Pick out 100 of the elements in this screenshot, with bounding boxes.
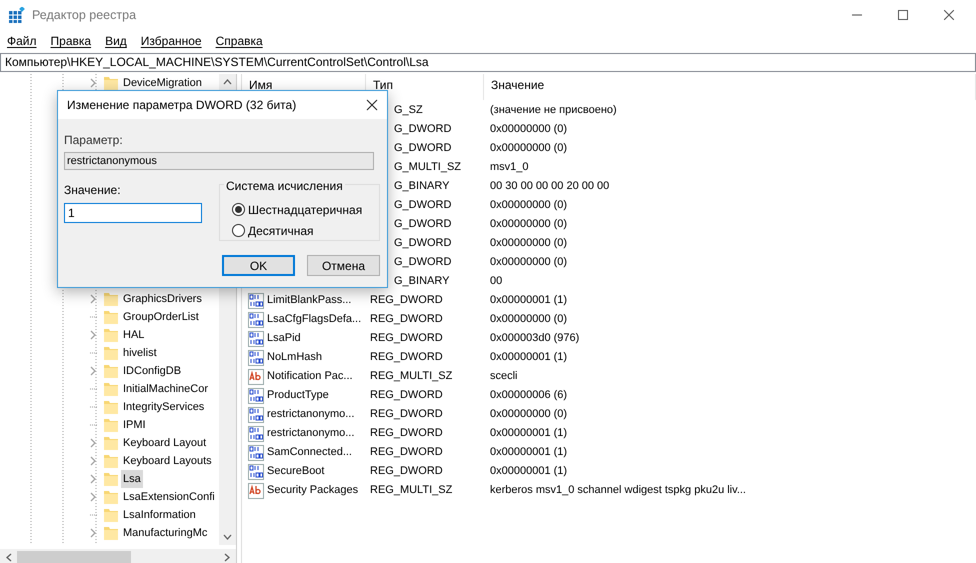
folder-icon [103,399,119,415]
folder-icon [103,291,119,307]
table-cell[interactable]: SamConnected... [267,444,352,461]
binary-value-icon [248,292,264,308]
tree-item[interactable]: Keyboard Layouts [121,452,214,470]
scrollbar-thumb[interactable] [17,551,131,563]
name-field[interactable]: restrictanonymous [64,152,374,170]
string-value-icon [248,368,264,384]
table-cell-text: REG_DWORD [369,331,444,346]
scroll-down-icon[interactable] [223,534,232,540]
tree-item[interactable]: IDConfigDB [121,362,184,380]
scroll-left-icon[interactable] [6,553,12,562]
table-cell-text: REG_DWORD [369,293,444,308]
folder-icon [103,381,119,397]
menu-item[interactable]: Правка [44,32,98,50]
table-cell-text: 0x00000000 (0) [489,198,568,214]
table-cell-text: G_BINARY [393,274,450,290]
tree-item[interactable]: GroupOrderList [121,308,201,326]
tree-item[interactable]: hivelist [121,344,159,362]
ok-button[interactable]: OK [222,255,295,276]
table-cell-text: REG_DWORD [369,388,444,404]
table-cell-text: 0x00000000 (0) [489,312,568,328]
radio-label[interactable]: Шестнадцатеричная [248,200,362,218]
folder-icon [103,453,119,469]
table-cell-text: REG_DWORD [369,445,444,460]
folder-icon [103,75,119,91]
menu-item[interactable]: Избранное [134,32,209,50]
radio-label[interactable]: Десятичная [248,222,314,240]
scroll-up-icon[interactable] [223,79,232,85]
tree-item[interactable]: LsaInformation [121,506,198,524]
radio-button[interactable] [232,224,245,237]
table-cell[interactable]: restrictanonymo... [267,406,354,423]
app-icon [9,7,25,23]
folder-icon [103,489,119,505]
table-cell-text: G_DWORD [393,217,452,232]
table-cell-text: G_DWORD [393,236,452,252]
folder-icon [103,327,119,343]
table-cell[interactable]: LsaPid [267,330,301,347]
binary-value-icon [248,350,264,366]
horizontal-scrollbar[interactable] [0,549,236,563]
binary-value-icon [248,388,264,404]
tree-item[interactable]: GraphicsDrivers [121,290,204,308]
tree-item[interactable]: Keyboard Layout [121,434,208,452]
cancel-button[interactable]: Отмена [307,255,380,276]
binary-value-icon [248,464,264,480]
table-cell[interactable]: restrictanonymo... [267,425,354,442]
folder-icon [103,471,119,487]
tree-item[interactable]: LsaExtensionConfi [121,488,217,506]
tree-item[interactable]: IPMI [121,416,148,434]
table-cell[interactable]: NoLmHash [267,349,322,366]
tree-item[interactable]: ManufacturingMc [121,524,210,542]
table-cell-text: G_DWORD [393,141,452,156]
window-title: Редактор реестра [32,6,136,24]
radio-button[interactable] [232,203,245,216]
menu-item[interactable]: Вид [98,32,134,50]
table-cell-text: G_DWORD [393,255,452,270]
tree-item[interactable]: Lsa [121,470,143,488]
table-cell-text: 0x00000001 (1) [489,426,568,442]
column-header[interactable]: Тип [373,79,394,92]
table-cell-text: 0x00000000 (0) [489,141,568,156]
table-cell[interactable]: LimitBlankPass... [267,292,352,309]
column-header[interactable]: Имя [249,79,272,92]
table-cell-text: 00 [489,274,504,290]
table-cell-text: G_DWORD [393,122,452,138]
table-cell[interactable]: SecureBoot [267,463,324,480]
table-cell-text: G_SZ [393,103,424,118]
table-cell-text: 0x000003d0 (976) [489,331,580,346]
table-cell-text: REG_DWORD [369,312,444,328]
binary-value-icon [248,330,264,346]
binary-value-icon [248,406,264,422]
table-cell-text: msv1_0 [489,160,530,176]
scroll-right-icon[interactable] [224,553,230,562]
close-icon [366,99,378,111]
folder-icon [103,507,119,523]
binary-value-icon [248,426,264,442]
table-cell-text: 0x00000000 (0) [489,236,568,252]
close-icon [944,10,954,20]
table-cell[interactable]: Security Packages [267,482,358,499]
address-bar[interactable]: Компьютер\HKEY_LOCAL_MACHINE\SYSTEM\CurrentControlSet\Control\Lsa [0,53,976,72]
tree-item[interactable]: IntegrityServices [121,398,206,416]
tree-item[interactable]: InitialMachineCor [121,380,210,398]
table-cell-text: REG_DWORD [369,350,444,366]
tree-item[interactable]: HAL [121,326,146,344]
column-header[interactable]: Значение [491,79,544,92]
table-cell[interactable]: LsaCfgFlagsDefa... [267,311,362,328]
table-cell[interactable]: Notification Pac... [267,368,353,385]
field-label: Значение: [64,182,122,199]
folder-icon [103,417,119,433]
maximize-icon [898,10,908,20]
table-cell-text: 0x00000000 (0) [489,255,568,270]
menu-item[interactable]: Файл [0,32,44,50]
field-label: Параметр: [64,132,124,149]
menu-item[interactable]: Справка [208,32,270,50]
value-field[interactable]: 1 [64,203,202,223]
tree-item[interactable]: DeviceMigration [121,74,204,92]
folder-icon [103,525,119,541]
table-cell[interactable]: ProductType [267,387,329,404]
table-cell-text: 0x00000001 (1) [489,350,568,366]
table-cell-text: 0x00000001 (1) [489,445,568,460]
table-cell-text: scecli [489,369,519,384]
